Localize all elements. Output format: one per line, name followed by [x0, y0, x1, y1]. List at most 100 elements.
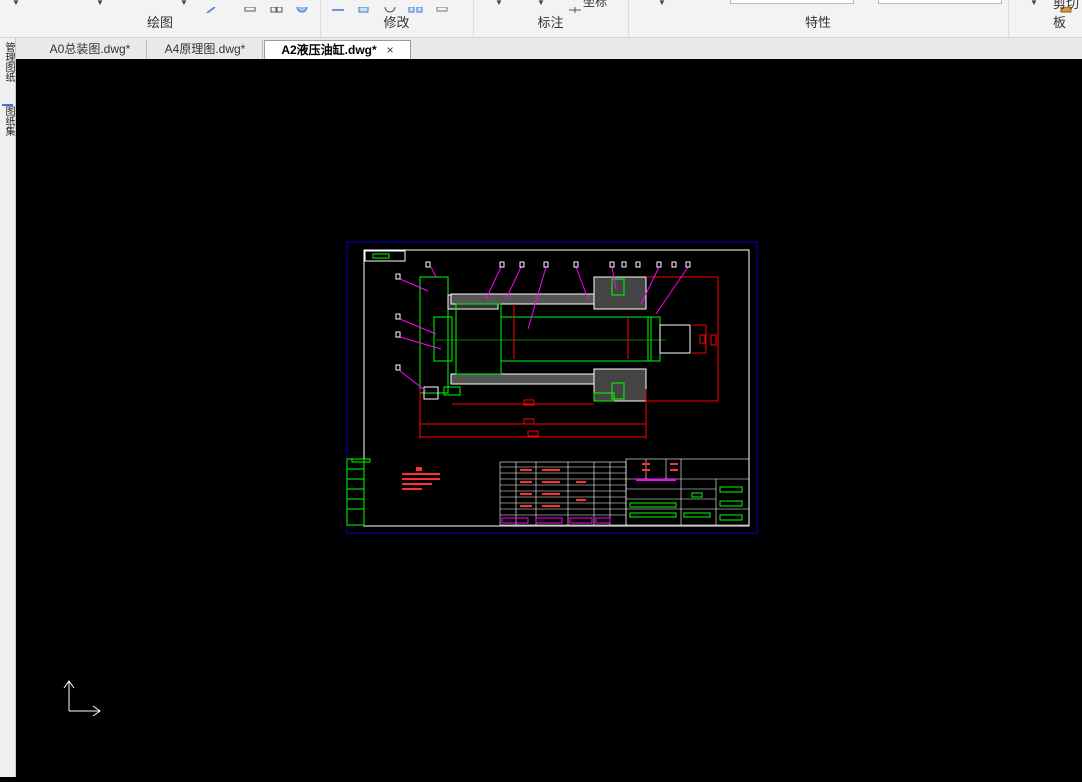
ribbon-group-modify: 修改 [320, 0, 474, 37]
balloon [519, 261, 525, 268]
parts-text [542, 505, 560, 507]
note-line [402, 473, 440, 475]
copy-icon[interactable] [358, 0, 370, 13]
header-cell [535, 517, 563, 524]
balloon [685, 261, 691, 268]
title-text [719, 514, 743, 521]
title-text [719, 486, 743, 493]
barrel-bottom-wall [450, 373, 612, 385]
move-icon[interactable] [332, 0, 344, 11]
balloon [395, 273, 401, 280]
dimension-text [710, 334, 717, 346]
tab-label: A4原理图.dwg* [164, 42, 246, 56]
note-line [402, 483, 432, 485]
note-line [402, 478, 440, 480]
line-icon[interactable] [206, 0, 218, 14]
right-head-bottom [593, 368, 647, 402]
parts-text [542, 481, 560, 483]
chevron-down-icon[interactable]: ▼ [12, 0, 20, 7]
rod-end-collar [647, 316, 661, 362]
sheet-set-label[interactable]: 图纸集 [2, 104, 14, 146]
leader [399, 278, 429, 292]
piston [455, 303, 502, 375]
title-text [629, 502, 677, 508]
balloon [395, 313, 401, 320]
revision-strip [346, 458, 371, 526]
mirror-icon[interactable] [408, 0, 423, 13]
ribbon-group-properties: ▼ 特性 [628, 0, 1009, 37]
layer-dropdown[interactable] [730, 0, 854, 4]
balloon [425, 261, 431, 268]
balloon [635, 261, 641, 268]
rotate-icon[interactable] [384, 0, 396, 13]
balloon [395, 364, 401, 371]
leader [655, 266, 689, 315]
leader [430, 266, 437, 278]
hatch-icon[interactable] [270, 0, 283, 13]
ribbon-group-label-modify: 修改 [383, 15, 410, 30]
title-text [670, 469, 678, 471]
parts-list [499, 461, 627, 526]
ribbon-group-annotate: ▼ ▼ 坐标 标注 [473, 0, 629, 37]
code-box [364, 250, 406, 262]
parts-text [520, 481, 532, 483]
title-text [642, 463, 650, 465]
balloon [671, 261, 677, 268]
tab-a2-hydraulic-cylinder[interactable]: A2液压油缸.dwg* × [264, 40, 411, 59]
title-text [629, 512, 677, 518]
chevron-down-icon[interactable]: ▼ [658, 0, 666, 7]
cad-drawing [63, 241, 758, 717]
sheet-manager-label[interactable]: 管理图纸 [2, 42, 14, 92]
balloon [609, 261, 615, 268]
coordinate-label[interactable]: 坐标 [583, 0, 607, 10]
balloon [499, 261, 505, 268]
ribbon: ▼ ▼ ▼ 绘图 修改 ▼ ▼ 坐标 标注 ▼ 特性 ▼ 剪切板 [0, 0, 1082, 38]
title-text [636, 479, 676, 481]
code-box-text [372, 253, 390, 259]
ribbon-group-label-annotate: 标注 [537, 15, 564, 30]
ribbon-group-label-clipboard: 剪切板 [1053, 0, 1080, 30]
cylinder-assembly [419, 276, 691, 402]
ucs-icon [63, 680, 101, 717]
close-icon[interactable]: × [387, 41, 394, 60]
rectangle-icon[interactable] [244, 0, 256, 12]
parts-list-text [520, 469, 586, 507]
drawing-canvas[interactable] [16, 59, 1082, 777]
revision-tag [351, 458, 371, 463]
note-line [402, 488, 422, 490]
ribbon-group-label-properties: 特性 [804, 15, 831, 30]
parts-list-frame [499, 461, 627, 526]
parts-text [520, 505, 532, 507]
chevron-down-icon[interactable]: ▼ [495, 0, 503, 7]
tab-a4-schematic[interactable]: A4原理图.dwg* [148, 40, 263, 59]
dimension-text [699, 334, 706, 344]
rod-end-thread [659, 324, 691, 354]
chevron-down-icon[interactable]: ▼ [96, 0, 104, 7]
header-cell [501, 517, 529, 524]
globe-icon[interactable] [296, 0, 308, 13]
parts-text [576, 481, 586, 483]
title-block-red-text [642, 463, 678, 471]
parts-text [542, 469, 560, 471]
balloon [656, 261, 662, 268]
title-text [670, 463, 678, 465]
color-dropdown[interactable] [878, 0, 1002, 4]
tab-a0-assembly[interactable]: A0总装图.dwg* [34, 40, 147, 59]
dimension-text [523, 418, 535, 425]
title-text [683, 512, 711, 518]
balloon [395, 331, 401, 338]
chevron-down-icon[interactable]: ▼ [537, 0, 545, 7]
chevron-down-icon[interactable]: ▼ [1030, 0, 1038, 7]
balloon [573, 261, 579, 268]
array-icon[interactable] [436, 0, 448, 12]
leader [399, 318, 437, 335]
parts-text [542, 493, 560, 495]
coordinate-icon[interactable] [569, 0, 581, 13]
header-cell [595, 517, 611, 524]
title-text [642, 469, 650, 471]
chevron-down-icon[interactable]: ▼ [180, 0, 188, 7]
tab-label: A2液压油缸.dwg* [281, 43, 377, 57]
right-head-top [593, 276, 647, 310]
note-title [416, 467, 422, 471]
leader [399, 370, 427, 392]
